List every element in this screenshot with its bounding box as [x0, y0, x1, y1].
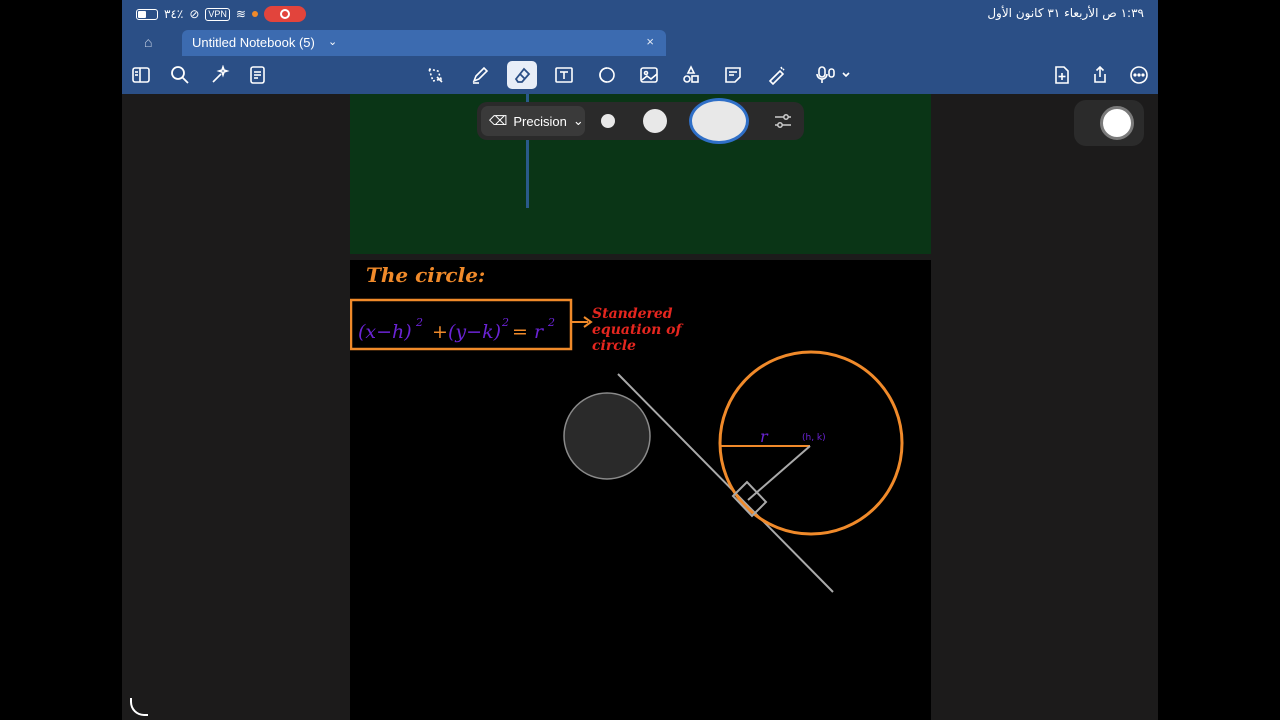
svg-text:(y−k): (y−k)	[448, 321, 501, 343]
add-page-icon[interactable]	[1051, 64, 1073, 86]
stickers-icon[interactable]	[680, 64, 702, 86]
sliders-icon[interactable]	[773, 112, 793, 135]
svg-text:2: 2	[501, 316, 509, 329]
svg-text:2: 2	[547, 316, 555, 329]
eraser-icon: ⌫	[489, 113, 508, 128]
pen-icon[interactable]	[469, 64, 491, 86]
screen-record-button[interactable]	[263, 6, 306, 22]
eraser-icon[interactable]	[507, 61, 537, 89]
svg-text:r: r	[534, 321, 545, 343]
sparkle-icon[interactable]	[209, 64, 231, 86]
more-icon[interactable]	[1128, 64, 1150, 86]
equation-label: Standered equation of circle	[592, 306, 682, 354]
status-bar: ٣٤٪ ⊘ VPN ≋ ١:٣٩ ص الأربعاء ٣١ كانون الأ…	[122, 0, 1158, 28]
eraser-size-small[interactable]	[601, 114, 615, 128]
microphone-icon[interactable]	[815, 64, 855, 86]
status-time-date: ١:٣٩ ص الأربعاء ٣١ كانون الأول	[987, 6, 1144, 20]
share-icon[interactable]	[1089, 64, 1111, 86]
heading-text: The circle:	[366, 263, 485, 287]
equation: (x−h) 2 + (y−k) 2 = r 2	[358, 316, 555, 343]
lasso-icon[interactable]	[424, 64, 446, 86]
toolbar	[122, 56, 1158, 94]
battery-icon	[136, 8, 158, 20]
text-box-icon[interactable]	[553, 64, 575, 86]
sidebar-icon[interactable]	[130, 64, 152, 86]
radius-label: r	[760, 427, 769, 446]
eraser-size-large[interactable]	[689, 98, 749, 144]
home-icon[interactable]: ⌂	[144, 34, 152, 50]
highlighter-icon[interactable]	[765, 64, 787, 86]
svg-text:2: 2	[415, 316, 423, 329]
svg-text:(x−h): (x−h)	[358, 321, 412, 343]
screen-mirror-icon: ⊘	[189, 7, 200, 21]
image-icon[interactable]	[638, 64, 660, 86]
vpn-badge: VPN	[205, 7, 230, 21]
assistive-touch-button[interactable]	[1074, 100, 1144, 146]
chevron-down-icon[interactable]: ⌄	[328, 35, 337, 48]
search-icon[interactable]	[169, 64, 191, 86]
mic-indicator	[251, 11, 258, 17]
tangent-line	[617, 373, 834, 593]
battery-percent: ٣٤٪	[164, 7, 184, 21]
circle-shape	[718, 350, 904, 536]
notes-icon[interactable]	[247, 64, 269, 86]
chevron-down-icon: ⌄	[572, 113, 584, 128]
sticky-note-icon[interactable]	[722, 64, 744, 86]
svg-text:+: +	[432, 321, 448, 343]
tab-notebook[interactable]: Untitled Notebook (5) ⌄ ×	[182, 30, 666, 56]
tab-title: Untitled Notebook (5)	[192, 35, 315, 50]
eraser-size-medium[interactable]	[643, 109, 667, 133]
eraser-cursor	[563, 392, 651, 480]
handwriting-layer: The circle: (x−h) 2 + (y−k) 2 = r 2 Stan…	[349, 263, 904, 593]
close-icon[interactable]: ×	[646, 34, 654, 49]
precision-button[interactable]: ⌫ Precision ⌄	[481, 106, 585, 136]
center-label: (h, k)	[802, 433, 826, 443]
page-current[interactable]: The circle: (x−h) 2 + (y−k) 2 = r 2 Stan…	[349, 260, 931, 720]
status-left: ٣٤٪ ⊘ VPN ≋	[136, 6, 306, 22]
notes-app: ٣٤٪ ⊘ VPN ≋ ١:٣٩ ص الأربعاء ٣١ كانون الأ…	[122, 0, 1158, 720]
notebook-canvas[interactable]: The circle: (x−h) 2 + (y−k) 2 = r 2 Stan…	[122, 94, 1158, 720]
precision-label: Precision	[513, 113, 567, 129]
corner-gesture-icon[interactable]	[130, 698, 148, 716]
eraser-options-menu: ⌫ Precision ⌄	[477, 98, 804, 144]
svg-text:=: =	[512, 321, 528, 343]
wifi-icon: ≋	[235, 7, 246, 21]
tab-bar: ⌂ Untitled Notebook (5) ⌄ ×	[122, 28, 1158, 56]
shapes-icon[interactable]	[596, 64, 618, 86]
